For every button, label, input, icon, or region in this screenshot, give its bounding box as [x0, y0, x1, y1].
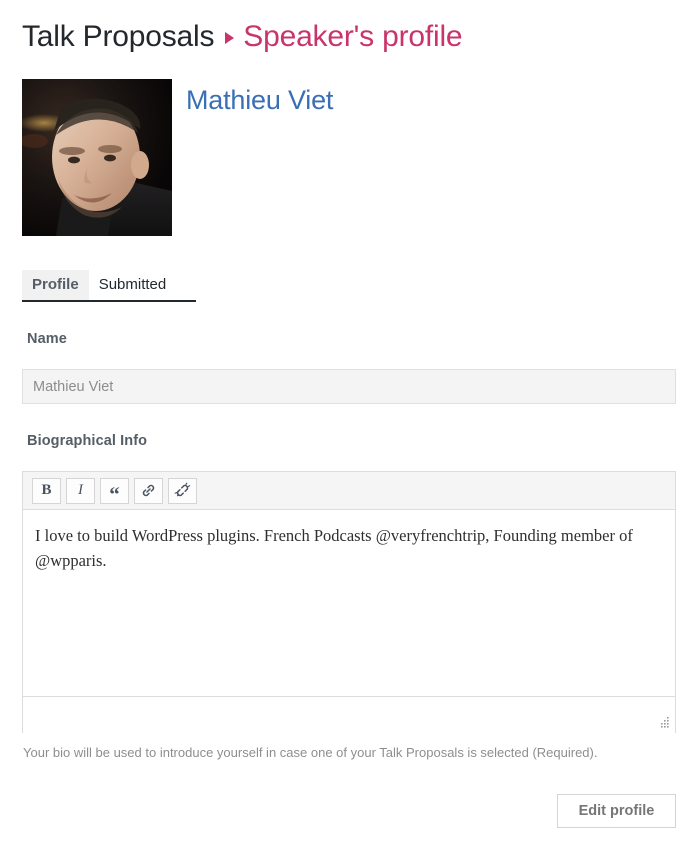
avatar: [22, 79, 172, 236]
link-icon: [142, 484, 155, 497]
tab-profile[interactable]: Profile: [22, 270, 89, 300]
bio-text: I love to build WordPress plugins. Frenc…: [35, 526, 633, 570]
speaker-profile-page: Talk Proposals Speaker's profile Mathieu…: [0, 0, 698, 846]
bio-editor-toolbar: B I “: [23, 472, 675, 510]
link-button[interactable]: [134, 477, 163, 504]
resize-grip-icon[interactable]: [659, 717, 670, 728]
name-input[interactable]: [22, 369, 676, 404]
tab-submitted[interactable]: Submitted: [89, 270, 177, 300]
bio-editor-resize-bar: [23, 696, 675, 733]
italic-button[interactable]: I: [66, 477, 95, 504]
unlink-icon: [174, 482, 191, 497]
bold-button[interactable]: B: [32, 477, 61, 504]
name-field-label: Name: [27, 331, 67, 347]
unlink-button[interactable]: [168, 477, 197, 504]
profile-tabs: Profile Submitted: [22, 270, 196, 302]
blockquote-button[interactable]: “: [100, 477, 129, 506]
bio-editor: B I “ I love to build WordPress plugins.…: [22, 471, 676, 733]
bold-icon: B: [41, 482, 52, 498]
breadcrumb: Talk Proposals Speaker's profile: [22, 18, 463, 56]
breadcrumb-root-link[interactable]: Talk Proposals: [22, 18, 214, 56]
user-avatar-photo: [22, 79, 172, 236]
italic-icon: I: [78, 482, 83, 498]
edit-profile-button[interactable]: Edit profile: [557, 794, 676, 828]
blockquote-icon: “: [109, 482, 120, 506]
triangle-right-icon: [225, 32, 235, 44]
profile-display-name: Mathieu Viet: [186, 85, 334, 115]
breadcrumb-current-label: Speaker's profile: [243, 20, 463, 53]
bio-editor-body[interactable]: I love to build WordPress plugins. Frenc…: [23, 510, 675, 696]
bio-help-text: Your bio will be used to introduce yours…: [23, 745, 598, 760]
bio-field-label: Biographical Info: [27, 433, 148, 449]
